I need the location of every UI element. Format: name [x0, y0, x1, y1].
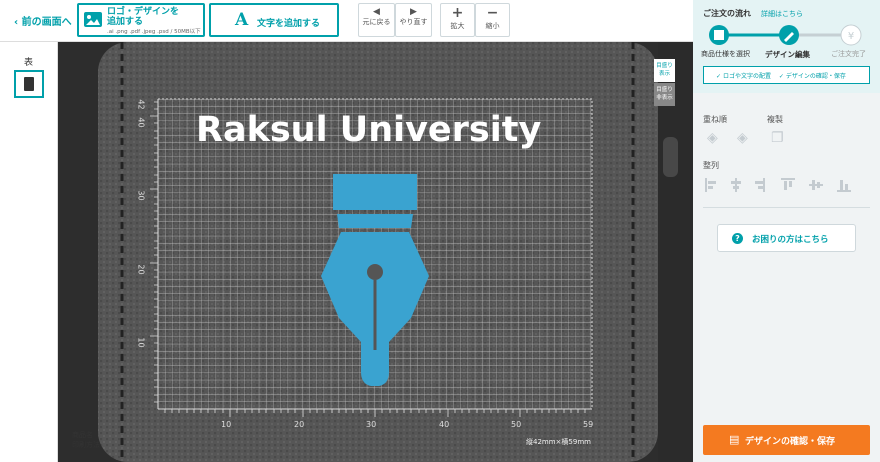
check-icon: ✓: [778, 73, 786, 80]
redo-button[interactable]: ▶ やり直す: [395, 3, 432, 37]
ruler-x-label: 40: [439, 420, 450, 429]
step-label-active: デザイン編集: [765, 50, 810, 59]
step-label: ご注文完了: [831, 50, 866, 58]
flow-detail-link[interactable]: 詳細はこちら: [761, 9, 803, 19]
back-link[interactable]: ‹ 前の画面へ: [14, 13, 72, 28]
help-button[interactable]: ? お困りの方はこちら: [717, 224, 856, 252]
show-grid-button[interactable]: 目盛り 表示: [654, 59, 675, 82]
ruler-y-top-label: 42: [136, 99, 146, 110]
document-check-icon: ▤: [729, 433, 740, 446]
side-panel: 表: [0, 42, 58, 462]
design-canvas[interactable]: 10 20 30 40 50 59 40 30 20 10 42 Raksul …: [58, 42, 693, 462]
send-backward-icon[interactable]: ◈: [737, 130, 748, 146]
substep-box: ✓ ロゴや文字の配置 ✓ デザインの確認・保存: [703, 66, 870, 84]
ruler-x-label: 50: [511, 420, 522, 429]
align-tools: [705, 178, 851, 192]
duplicate-icon[interactable]: ❐: [771, 130, 784, 146]
ruler-x-label: 20: [294, 420, 305, 429]
ruler-y-label: 20: [136, 264, 146, 275]
design-text[interactable]: Raksul University: [196, 110, 541, 150]
right-panel: ご注文の流れ 詳細はこちら ¥ 商品仕様を選択 デザイン編集 ご注文完了 ✓ ロ…: [693, 0, 880, 462]
bring-forward-icon[interactable]: ◈: [707, 130, 718, 146]
zoom-in-button[interactable]: + 拡大: [440, 3, 475, 37]
top-toolbar: ‹ 前の画面へ ロゴ・デザインを 追加する .ai .png .pdf .jpe…: [0, 0, 693, 42]
fountain-pen-nib-icon[interactable]: [313, 172, 433, 388]
confirm-save-button[interactable]: ▤ デザインの確認・保存: [703, 425, 870, 455]
step-label: 商品仕様を選択: [701, 50, 750, 58]
add-logo-button[interactable]: ロゴ・デザインを 追加する .ai .png .pdf .jpeg .psd /…: [77, 3, 205, 37]
undo-button[interactable]: ◀ 元に戻る: [358, 3, 395, 37]
text-a-icon: A: [235, 10, 249, 30]
zoom-out-button[interactable]: − 縮小: [475, 3, 510, 37]
question-icon: ?: [732, 233, 743, 244]
ruler-y-label: 30: [136, 190, 146, 201]
plus-icon: +: [451, 5, 464, 21]
size-label: 縦42mm×横59mm: [526, 438, 591, 446]
side-thumbnail-front[interactable]: [14, 70, 44, 98]
product-info: 商品名 印刷方法: [72, 431, 100, 449]
redo-icon: ▶: [410, 7, 417, 17]
ruler-y-label: 40: [136, 117, 146, 128]
align-left-button[interactable]: [701, 183, 707, 189]
ruler-x-label: 30: [366, 420, 377, 429]
add-text-button[interactable]: A 文字を追加する: [209, 3, 339, 37]
ruler-x-label: 10: [221, 420, 232, 429]
minus-icon: −: [486, 5, 499, 21]
ruler-x-end-label: 59: [583, 420, 594, 429]
progress-steps: ¥: [709, 24, 862, 46]
chevron-left-icon: ‹: [14, 17, 22, 28]
hide-grid-button[interactable]: 目盛り 非表示: [654, 83, 675, 106]
check-icon: ✓: [716, 73, 723, 80]
ruler-y-label: 10: [136, 337, 146, 348]
undo-icon: ◀: [373, 7, 380, 17]
image-icon: [84, 12, 102, 27]
svg-text:¥: ¥: [848, 31, 854, 42]
